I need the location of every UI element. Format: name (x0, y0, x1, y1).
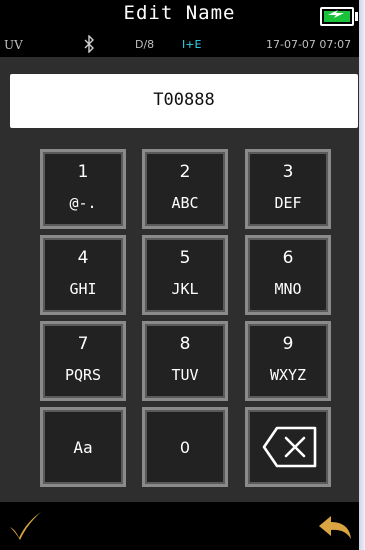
status-bar: UV D/8 I+E 17-07-07 07:07 (0, 33, 359, 57)
key-0-number: 0 (179, 438, 191, 457)
key-3-letters: DEF (274, 194, 302, 212)
key-1-number: 1 (77, 162, 89, 182)
key-8-letters: TUV (171, 366, 199, 384)
backspace-icon (262, 426, 317, 468)
key-3[interactable]: 3 DEF (245, 149, 331, 229)
key-7-letters: PQRS (64, 366, 102, 384)
uv-source-label: UV (4, 38, 23, 52)
page-title: Edit Name (123, 2, 236, 24)
key-9[interactable]: 9 WXYZ (245, 321, 331, 401)
name-input-value: T00888 (153, 90, 215, 110)
datetime-label: 17-07-07 07:07 (266, 38, 352, 51)
confirm-checkmark-icon[interactable] (8, 510, 42, 542)
key-2-letters: ABC (171, 194, 199, 212)
key-9-number: 9 (282, 334, 294, 354)
key-6[interactable]: 6 MNO (245, 235, 331, 315)
mode-label: I+E (182, 38, 202, 51)
key-1-letters: @-. (69, 194, 97, 212)
key-8-number: 8 (179, 334, 191, 354)
back-arrow-icon[interactable] (317, 514, 353, 540)
key-2[interactable]: 2 ABC (142, 149, 228, 229)
key-9-letters: WXYZ (269, 366, 307, 384)
key-3-number: 3 (282, 162, 294, 182)
name-input[interactable]: T00888 (10, 74, 358, 128)
key-2-number: 2 (179, 162, 191, 182)
window-edge (359, 0, 365, 550)
key-8[interactable]: 8 TUV (142, 321, 228, 401)
case-toggle-key[interactable]: Aa (40, 407, 126, 487)
key-5-letters: JKL (171, 280, 199, 298)
key-0[interactable]: 0 (142, 407, 228, 487)
key-6-number: 6 (282, 248, 294, 268)
key-5[interactable]: 5 JKL (142, 235, 228, 315)
device-screen: Edit Name UV D/8 I+E 17-07-07 07:07 T008… (0, 0, 359, 550)
key-1[interactable]: 1 @-. (40, 149, 126, 229)
case-toggle-label: Aa (73, 438, 93, 457)
key-4-letters: GHI (69, 280, 97, 298)
battery-charging-icon (320, 7, 358, 26)
key-4-number: 4 (77, 248, 89, 268)
geometry-label: D/8 (135, 38, 155, 51)
key-5-number: 5 (179, 248, 191, 268)
key-7-number: 7 (77, 334, 89, 354)
key-7[interactable]: 7 PQRS (40, 321, 126, 401)
bottom-bar (0, 502, 359, 550)
key-4[interactable]: 4 GHI (40, 235, 126, 315)
bluetooth-icon (83, 34, 95, 54)
key-6-letters: MNO (274, 280, 302, 298)
title-bar: Edit Name (0, 0, 359, 33)
backspace-key[interactable] (245, 407, 331, 487)
